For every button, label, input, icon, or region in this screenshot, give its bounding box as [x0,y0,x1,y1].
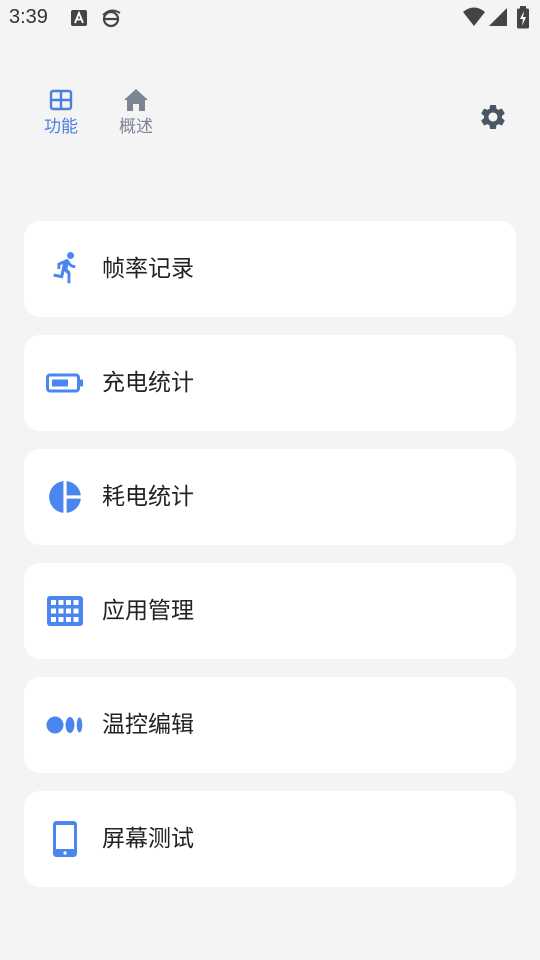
phone-icon [53,821,77,857]
feature-charging-stats[interactable]: 充电统计 [24,335,516,431]
feature-thermal-control-edit-label: 温控编辑 [102,712,194,738]
feature-list: 帧率记录 充电统计 耗电统计 应用管理 温控编辑 屏幕测试 [24,221,516,905]
feature-screen-test[interactable]: 屏幕测试 [24,791,516,887]
top-navigation: 功能 概述 [0,80,540,160]
tab-overview[interactable]: 概述 [106,88,166,148]
battery-charging-icon [516,6,530,34]
feature-charging-stats-label: 充电统计 [102,370,194,396]
battery-icon [46,373,83,393]
tab-features-label: 功能 [44,117,78,137]
status-time: 3:39 [9,6,48,28]
home-icon [124,89,148,111]
gear-icon [481,105,505,129]
browser-icon [101,9,121,33]
feature-fps-record-label: 帧率记录 [102,256,194,282]
status-bar: 3:39 [0,0,540,36]
grid-icon [49,89,73,111]
settings-button[interactable] [478,102,508,132]
cellular-signal-icon [488,6,508,32]
tab-features[interactable]: 功能 [31,88,91,148]
feature-screen-test-label: 屏幕测试 [102,826,194,852]
feature-power-consumption-stats-label: 耗电统计 [102,484,194,510]
translate-icon [70,9,88,31]
app-grid-icon [47,596,83,626]
feature-app-management-label: 应用管理 [102,598,194,624]
feature-fps-record[interactable]: 帧率记录 [24,221,516,317]
wifi-icon [462,6,486,32]
pie-chart-icon [49,481,81,513]
feature-thermal-control-edit[interactable]: 温控编辑 [24,677,516,773]
dots-icon [46,716,83,734]
feature-power-consumption-stats[interactable]: 耗电统计 [24,449,516,545]
feature-app-management[interactable]: 应用管理 [24,563,516,659]
running-person-icon [53,252,76,284]
tab-overview-label: 概述 [119,117,153,137]
